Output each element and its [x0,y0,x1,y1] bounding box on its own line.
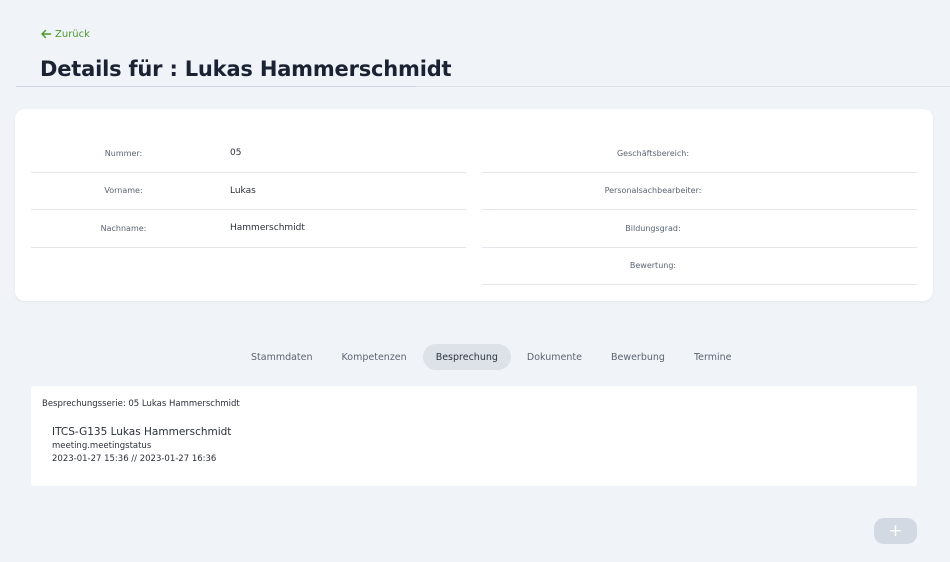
arrow-left-icon [41,29,52,39]
meeting-title: ITCS-G135 Lukas Hammerschmidt [52,426,232,438]
detail-row-vorname: Vorname: Lukas [31,173,466,210]
details-right-column: Geschäftsbereich: Personalsachbearbeiter… [482,135,917,285]
detail-tabs: Stammdaten Kompetenzen Besprechung Dokum… [238,344,748,370]
detail-label: Personalsachbearbeiter: [604,186,702,196]
tab-dokumente[interactable]: Dokumente [514,344,595,370]
detail-row-personalsachbearbeiter: Personalsachbearbeiter: [482,173,917,210]
detail-row-bewertung: Bewertung: [482,248,917,285]
meeting-panel: Besprechungsserie: 05 Lukas Hammerschmid… [31,386,917,486]
add-meeting-button[interactable]: + [874,518,917,544]
detail-label: Bildungsgrad: [625,223,681,233]
detail-label: Geschäftsbereich: [616,148,690,158]
meeting-time: 2023-01-27 15:36 // 2023-01-27 16:36 [52,454,217,464]
detail-label: Bewertung: [629,261,677,271]
title-underline [16,86,416,87]
detail-row-bildungsgrad: Bildungsgrad: [482,210,917,248]
tab-besprechung[interactable]: Besprechung [422,344,511,370]
back-link[interactable]: Zurück [40,28,90,40]
meeting-item[interactable]: ITCS-G135 Lukas Hammerschmidt meeting.me… [52,426,231,464]
detail-value: Lukas [230,185,256,196]
meeting-status: meeting.meetingstatus [52,441,152,451]
plus-icon: + [888,521,903,541]
meeting-series-label: Besprechungsserie: 05 Lukas Hammerschmid… [42,399,240,409]
tab-bewerbung[interactable]: Bewerbung [598,344,678,370]
details-left-column: Nummer: 05 Vorname: Lukas Nachname: Hamm… [31,135,466,248]
tab-termine[interactable]: Termine [681,344,745,370]
detail-value: Hammerschmidt [230,223,305,234]
detail-value: 05 [230,148,242,159]
tab-kompetenzen[interactable]: Kompetenzen [329,344,420,370]
detail-label: Vorname: [104,186,143,196]
back-link-label: Zurück [55,28,90,40]
detail-label: Nummer: [104,148,143,158]
tab-stammdaten[interactable]: Stammdaten [238,344,326,370]
detail-row-nummer: Nummer: 05 [31,135,466,173]
detail-row-nachname: Nachname: Hammerschmidt [31,210,466,248]
detail-label: Nachname: [100,223,147,233]
page-title: Details für : Lukas Hammerschmidt [40,57,452,81]
detail-row-geschaeftsbereich: Geschäftsbereich: [482,135,917,173]
